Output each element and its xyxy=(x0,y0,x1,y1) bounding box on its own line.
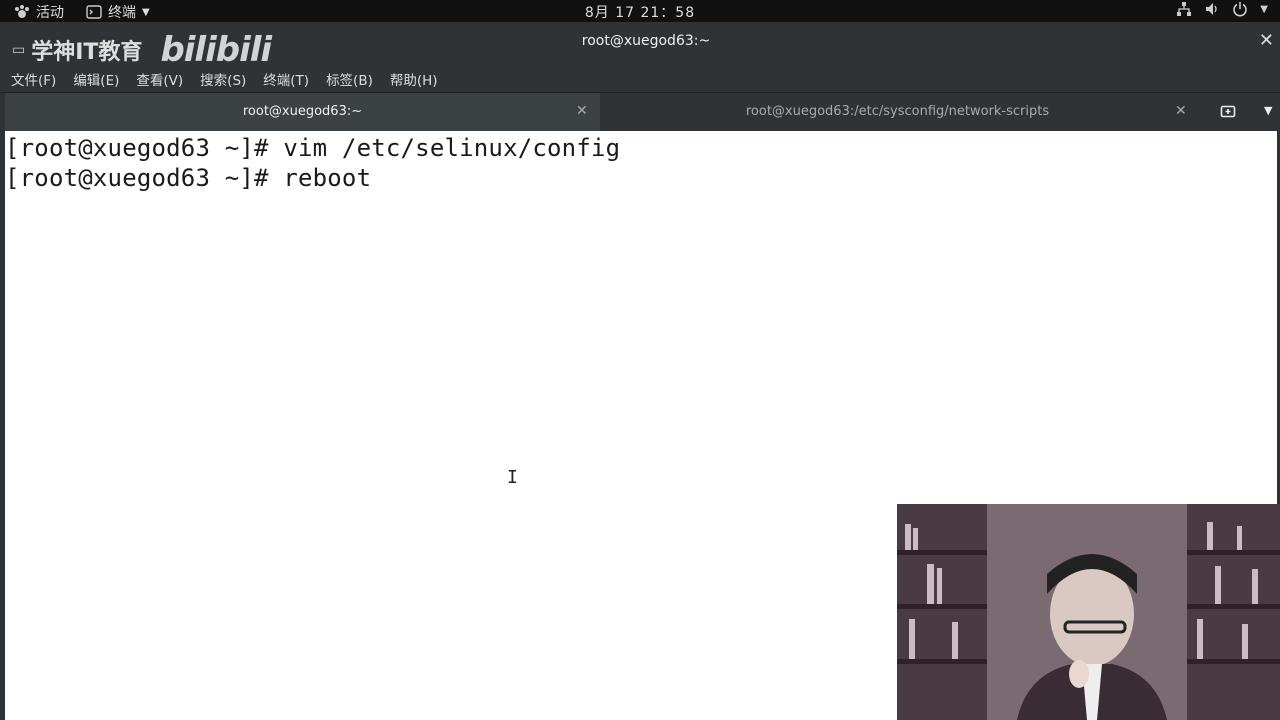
power-icon xyxy=(1233,2,1248,17)
tab-label: root@xuegod63:/etc/sysconfig/network-scr… xyxy=(745,104,1050,119)
chevron-down-icon: ▼ xyxy=(1260,3,1268,15)
top-bar: 活动 终端 ▼ 8月 17 21：58 ▼ xyxy=(0,0,1280,22)
webcam-overlay xyxy=(897,504,1280,720)
clock[interactable]: 8月 17 21：58 xyxy=(0,2,1280,22)
menu-terminal[interactable]: 终端(T) xyxy=(263,69,309,89)
terminal-line: [root@xuegod63 ~]# reboot xyxy=(5,164,372,192)
menu-help[interactable]: 帮助(H) xyxy=(390,69,438,89)
window-titlebar[interactable]: ▭ 学神IT教育 bilibili root@xuegod63:~ ✕ xyxy=(0,22,1280,67)
close-tab-icon[interactable]: ✕ xyxy=(576,103,588,119)
text-cursor-icon: I xyxy=(507,467,518,488)
new-tab-icon[interactable] xyxy=(1220,103,1236,119)
menu-tabs[interactable]: 标签(B) xyxy=(326,69,373,89)
presenter-video-image xyxy=(897,504,1280,720)
menu-edit[interactable]: 编辑(E) xyxy=(73,69,119,89)
menu-search[interactable]: 搜索(S) xyxy=(200,69,246,89)
system-tray[interactable]: ▼ xyxy=(1176,1,1268,17)
volume-icon xyxy=(1206,3,1217,15)
tab-label: root@xuegod63:~ xyxy=(242,104,363,119)
menu-view[interactable]: 查看(V) xyxy=(136,69,183,89)
tab-menu-chevron-icon[interactable]: ▼ xyxy=(1264,104,1272,117)
tab-network-scripts[interactable]: root@xuegod63:/etc/sysconfig/network-scr… xyxy=(600,93,1195,131)
menu-file[interactable]: 文件(F) xyxy=(11,69,56,89)
menu-bar: 文件(F) 编辑(E) 查看(V) 搜索(S) 终端(T) 标签(B) 帮助(H… xyxy=(0,62,1280,92)
terminal-line: [root@xuegod63 ~]# vim /etc/selinux/conf… xyxy=(5,134,621,162)
tab-home[interactable]: root@xuegod63:~ ✕ xyxy=(5,93,600,133)
close-tab-icon[interactable]: ✕ xyxy=(1175,103,1187,119)
close-icon[interactable]: ✕ xyxy=(1259,30,1274,51)
window-title: root@xuegod63:~ xyxy=(581,33,711,49)
tab-bar: root@xuegod63:~ ✕ root@xuegod63:/etc/sys… xyxy=(0,92,1280,133)
network-icon xyxy=(1177,2,1192,16)
